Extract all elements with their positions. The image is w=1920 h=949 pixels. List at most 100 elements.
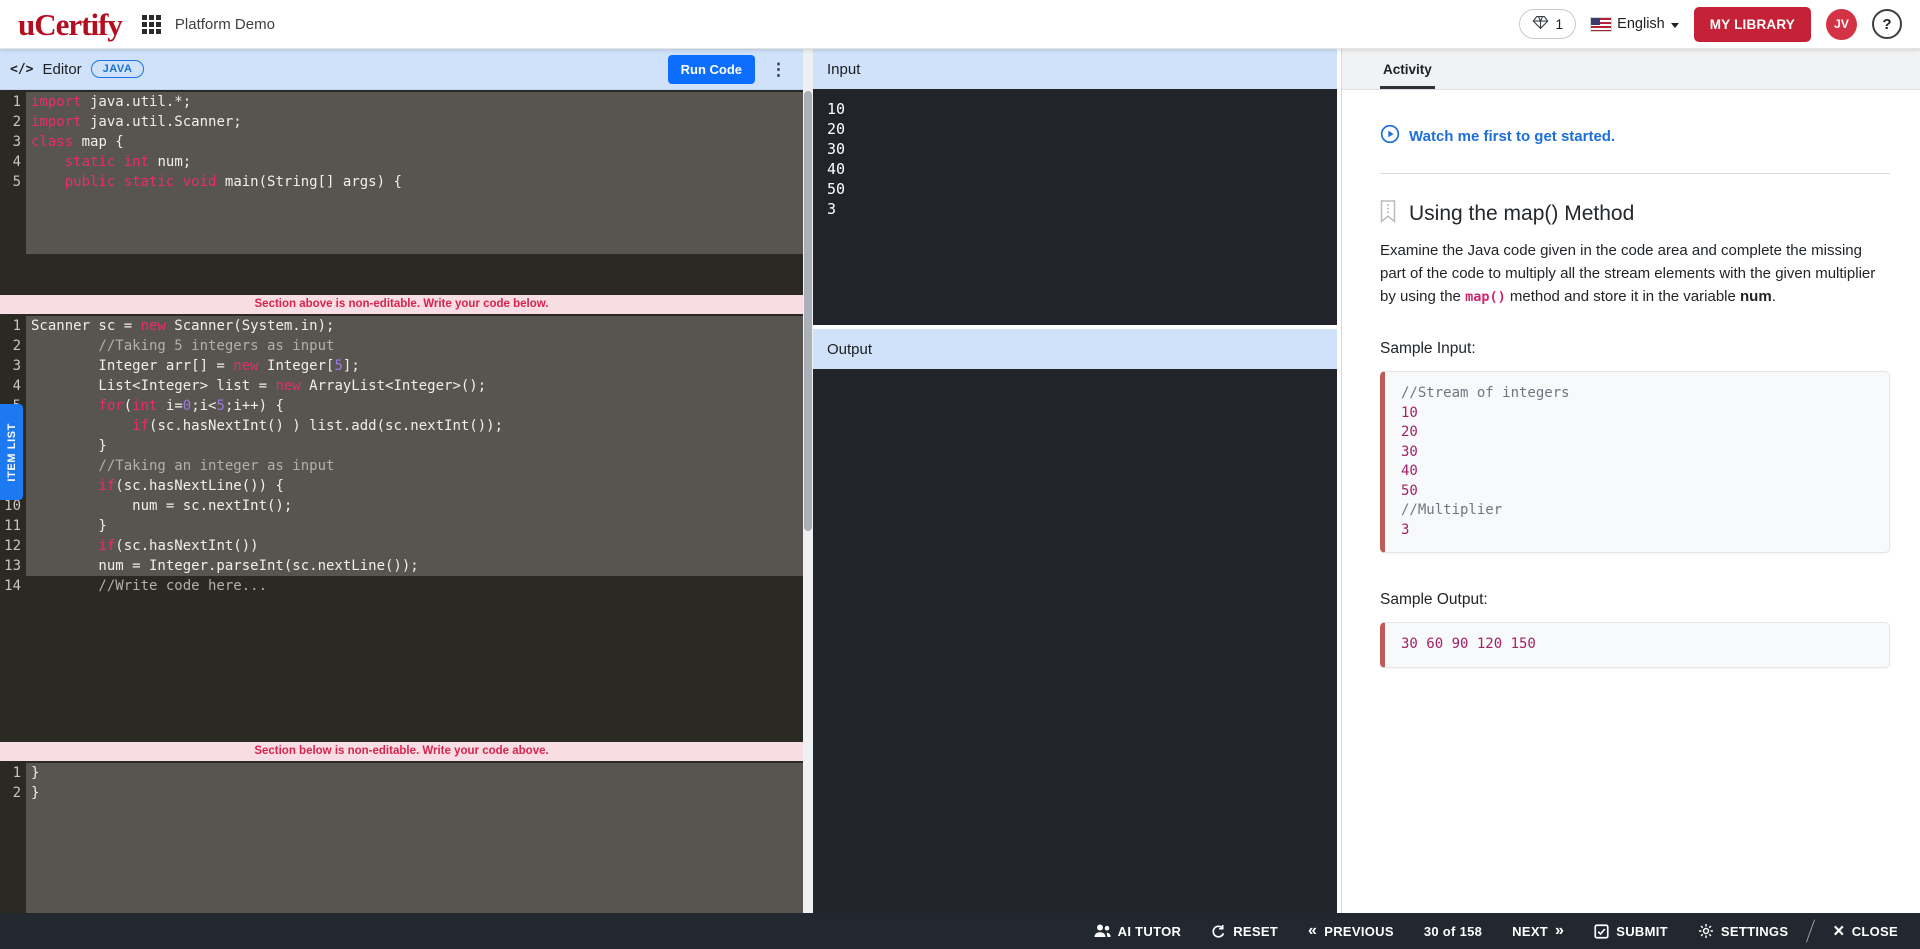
us-flag-icon: [1591, 18, 1611, 31]
code-line[interactable]: 4 List<Integer> list = new ArrayList<Int…: [0, 376, 803, 396]
submit-icon: [1594, 924, 1609, 939]
code-line[interactable]: 1Scanner sc = new Scanner(System.in);: [0, 316, 803, 336]
code-line-text[interactable]: if(sc.hasNextLine()) {: [26, 476, 803, 496]
language-badge: JAVA: [91, 60, 145, 78]
code-empty-area: [0, 803, 803, 913]
code-line: 5 public static void main(String[] args)…: [0, 172, 803, 192]
code-line-text: }: [26, 783, 803, 803]
code-line[interactable]: 3 Integer arr[] = new Integer[5];: [0, 356, 803, 376]
footer-button-previous[interactable]: «PREVIOUS: [1308, 923, 1394, 939]
code-line[interactable]: 8 //Taking an integer as input: [0, 456, 803, 476]
footer-item-label: SETTINGS: [1721, 924, 1788, 939]
divider: [1380, 173, 1890, 174]
input-block: Input 10 20 30 40 50 3: [813, 49, 1337, 325]
line-number: 4: [0, 152, 26, 172]
watch-me-first-link[interactable]: Watch me first to get started.: [1380, 124, 1615, 148]
code-line-text[interactable]: Scanner sc = new Scanner(System.in);: [26, 316, 803, 336]
footer-button-next[interactable]: NEXT»: [1512, 923, 1564, 939]
footer-item-label: 30 of 158: [1424, 924, 1482, 939]
footer-item-label: RESET: [1233, 924, 1278, 939]
run-code-button[interactable]: Run Code: [668, 55, 755, 84]
code-line[interactable]: 14 //Write code here...: [0, 576, 803, 596]
reset-icon: [1211, 924, 1226, 939]
bookmark-icon: [1380, 200, 1396, 228]
activity-pane: Activity Watch me first to get started. …: [1341, 49, 1920, 913]
help-button[interactable]: ?: [1872, 9, 1902, 39]
output-label: Output: [827, 341, 872, 358]
ucertify-app: uCertify Platform Demo 1 English MY LIBR…: [0, 0, 1920, 949]
code-line[interactable]: 13 num = Integer.parseInt(sc.nextLine())…: [0, 556, 803, 576]
code-line-text[interactable]: //Taking 5 integers as input: [26, 336, 803, 356]
sample-code-line: 50: [1401, 482, 1873, 502]
code-section-readonly-bottom: 1}2}: [0, 761, 803, 913]
noneditable-banner-top: Section above is non-editable. Write you…: [0, 295, 803, 314]
input-header: Input: [813, 49, 1337, 89]
activity-content: Watch me first to get started. Using the…: [1342, 90, 1920, 913]
sample-code-line: 30 60 90 120 150: [1401, 635, 1873, 655]
code-line-text[interactable]: }: [26, 516, 803, 536]
output-header: Output: [813, 329, 1337, 369]
footer-button-submit[interactable]: SUBMIT: [1594, 924, 1668, 939]
language-label: English: [1617, 16, 1665, 32]
code-line-text[interactable]: if(sc.hasNextInt()): [26, 536, 803, 556]
code-line-text[interactable]: //Taking an integer as input: [26, 456, 803, 476]
code-line-text[interactable]: num = Integer.parseInt(sc.nextLine());: [26, 556, 803, 576]
code-line-text: import java.util.*;: [26, 92, 803, 112]
line-number: 11: [0, 516, 26, 536]
code-line[interactable]: 12 if(sc.hasNextInt()): [0, 536, 803, 556]
footer-toolbar: AI TUTOR RESET «PREVIOUS 30 of 158 NEXT» SUBM…: [0, 913, 1920, 949]
code-line-text[interactable]: for(int i=0;i<5;i++) {: [26, 396, 803, 416]
language-selector[interactable]: English: [1591, 16, 1679, 32]
item-list-tab[interactable]: ITEM LIST: [0, 404, 23, 500]
input-textarea[interactable]: 10 20 30 40 50 3: [813, 89, 1337, 325]
variable-name: num: [1740, 288, 1772, 305]
footer-divider: [1806, 920, 1815, 943]
line-number: 4: [0, 376, 26, 396]
code-line[interactable]: 7 }: [0, 436, 803, 456]
sample-code-line: 10: [1401, 404, 1873, 424]
code-line-text[interactable]: List<Integer> list = new ArrayList<Integ…: [26, 376, 803, 396]
item-list-tab-label: ITEM LIST: [6, 423, 18, 482]
line-number: 2: [0, 336, 26, 356]
code-line-text[interactable]: num = sc.nextInt();: [26, 496, 803, 516]
code-line[interactable]: 2 //Taking 5 integers as input: [0, 336, 803, 356]
settings-icon: [1698, 923, 1714, 939]
my-library-button[interactable]: MY LIBRARY: [1694, 7, 1811, 42]
footer-button-ai-tutor[interactable]: AI TUTOR: [1094, 924, 1182, 939]
code-line[interactable]: 9 if(sc.hasNextLine()) {: [0, 476, 803, 496]
input-label: Input: [827, 61, 860, 78]
code-line[interactable]: 6 if(sc.hasNextInt() ) list.add(sc.nextI…: [0, 416, 803, 436]
watch-link-label: Watch me first to get started.: [1409, 128, 1615, 145]
tab-activity[interactable]: Activity: [1380, 62, 1435, 89]
kebab-menu-icon[interactable]: ⋮: [764, 61, 793, 78]
noneditable-banner-bottom: Section below is non-editable. Write you…: [0, 742, 803, 761]
code-line: 1}: [0, 763, 803, 783]
credits-pill[interactable]: 1: [1519, 9, 1576, 39]
code-line-text[interactable]: }: [26, 436, 803, 456]
code-line[interactable]: 10 num = sc.nextInt();: [0, 496, 803, 516]
credits-count: 1: [1555, 16, 1563, 32]
code-line-text[interactable]: //Write code here...: [26, 576, 803, 596]
code-line-text: class map {: [26, 132, 803, 152]
code-line[interactable]: 5 for(int i=0;i<5;i++) {: [0, 396, 803, 416]
footer-button-reset[interactable]: RESET: [1211, 924, 1278, 939]
line-number: 1: [0, 763, 26, 783]
line-number: 3: [0, 356, 26, 376]
top-bar-actions: 1 English MY LIBRARY JV ?: [1519, 7, 1902, 42]
code-section-editable[interactable]: 1Scanner sc = new Scanner(System.in);2 /…: [0, 314, 803, 742]
output-console: [813, 369, 1337, 913]
code-line[interactable]: 11 }: [0, 516, 803, 536]
code-icon: </>: [10, 62, 33, 77]
footer-button-settings[interactable]: SETTINGS: [1698, 923, 1788, 939]
editor-scrollbar-thumb[interactable]: [804, 91, 812, 531]
footer-button-close[interactable]: ×CLOSE: [1833, 922, 1898, 941]
code-line-text[interactable]: Integer arr[] = new Integer[5];: [26, 356, 803, 376]
avatar[interactable]: JV: [1826, 9, 1857, 40]
apps-grid-icon[interactable]: [142, 15, 161, 34]
code-line-text: static int num;: [26, 152, 803, 172]
line-number: 1: [0, 92, 26, 112]
code-line: 3class map {: [0, 132, 803, 152]
gem-icon: [1532, 15, 1549, 33]
code-line-text[interactable]: if(sc.hasNextInt() ) list.add(sc.nextInt…: [26, 416, 803, 436]
ucertify-logo[interactable]: uCertify: [18, 9, 122, 40]
